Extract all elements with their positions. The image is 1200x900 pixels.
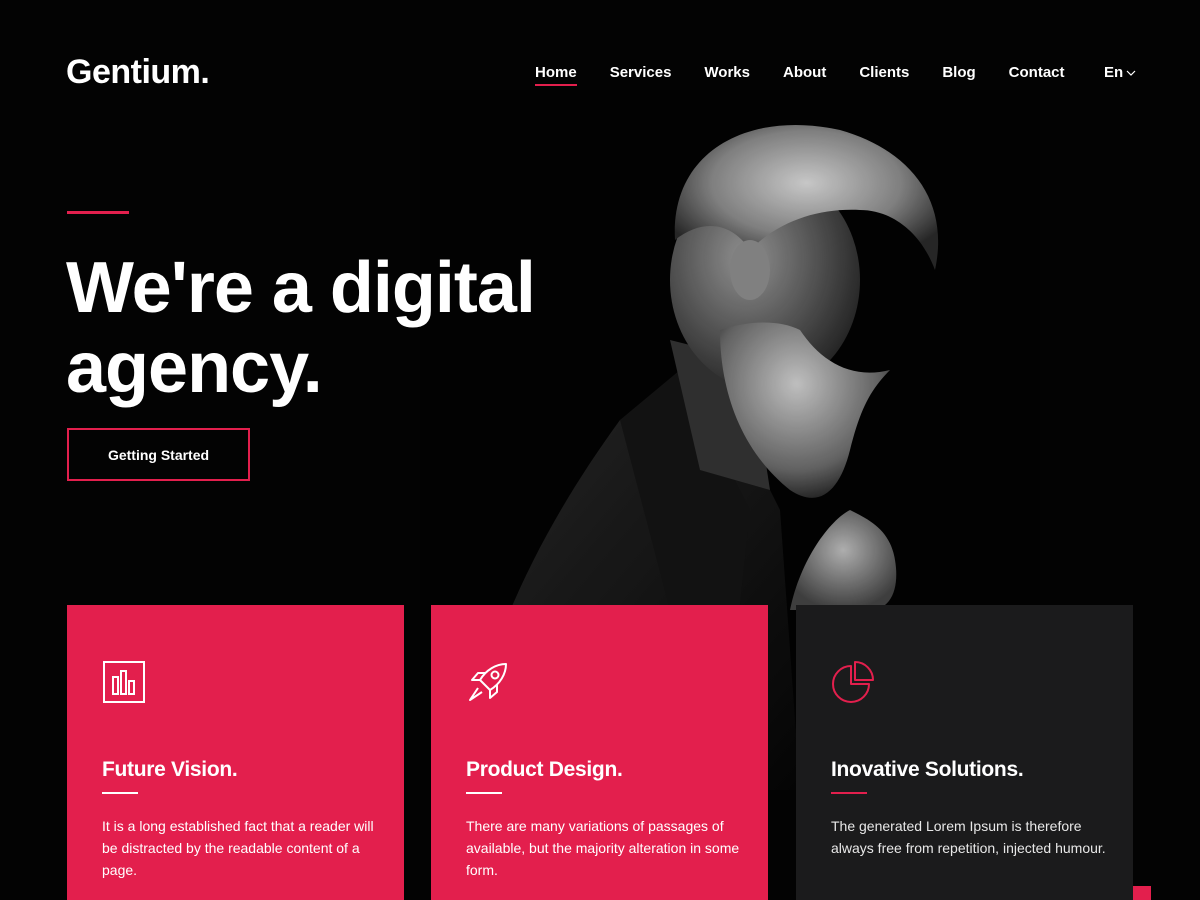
feature-card-inovative-solutions: Inovative Solutions. The generated Lorem… bbox=[796, 605, 1133, 900]
feature-card-future-vision: Future Vision. It is a long established … bbox=[67, 605, 404, 900]
feature-title-rule bbox=[466, 792, 502, 794]
bar-chart-icon bbox=[103, 661, 145, 703]
getting-started-button[interactable]: Getting Started bbox=[67, 428, 250, 481]
hero-accent-line bbox=[67, 211, 129, 214]
nav-item-works[interactable]: Works bbox=[704, 62, 750, 84]
pie-chart-icon bbox=[832, 661, 874, 703]
nav-item-home[interactable]: Home bbox=[535, 62, 577, 86]
chevron-down-icon bbox=[1126, 70, 1136, 76]
feature-title: Product Design. bbox=[466, 758, 623, 781]
rocket-icon bbox=[469, 663, 507, 701]
main-nav: Home Services Works About Clients Blog C… bbox=[535, 62, 1098, 86]
language-label: En bbox=[1104, 64, 1124, 81]
feature-card-product-design: Product Design. There are many variation… bbox=[431, 605, 768, 900]
page: Gentium. Home Services Works About Clien… bbox=[0, 0, 1200, 900]
feature-title: Inovative Solutions. bbox=[831, 758, 1024, 781]
feature-title-rule bbox=[102, 792, 138, 794]
language-selector[interactable]: En bbox=[1104, 62, 1136, 84]
nav-item-about[interactable]: About bbox=[783, 62, 826, 84]
feature-title-rule bbox=[831, 792, 867, 794]
feature-description: It is a long established fact that a rea… bbox=[102, 818, 374, 878]
feature-title: Future Vision. bbox=[102, 758, 238, 781]
nav-item-clients[interactable]: Clients bbox=[859, 62, 909, 84]
logo[interactable]: Gentium. bbox=[66, 52, 210, 92]
feature-description: The generated Lorem Ipsum is therefore a… bbox=[831, 818, 1106, 856]
scroll-to-top-button[interactable] bbox=[1133, 886, 1151, 900]
hero-title: We're a digital agency. bbox=[66, 248, 536, 408]
feature-description: There are many variations of passages of… bbox=[466, 818, 740, 878]
nav-item-contact[interactable]: Contact bbox=[1009, 62, 1065, 84]
nav-item-services[interactable]: Services bbox=[610, 62, 672, 84]
nav-item-blog[interactable]: Blog bbox=[942, 62, 975, 84]
